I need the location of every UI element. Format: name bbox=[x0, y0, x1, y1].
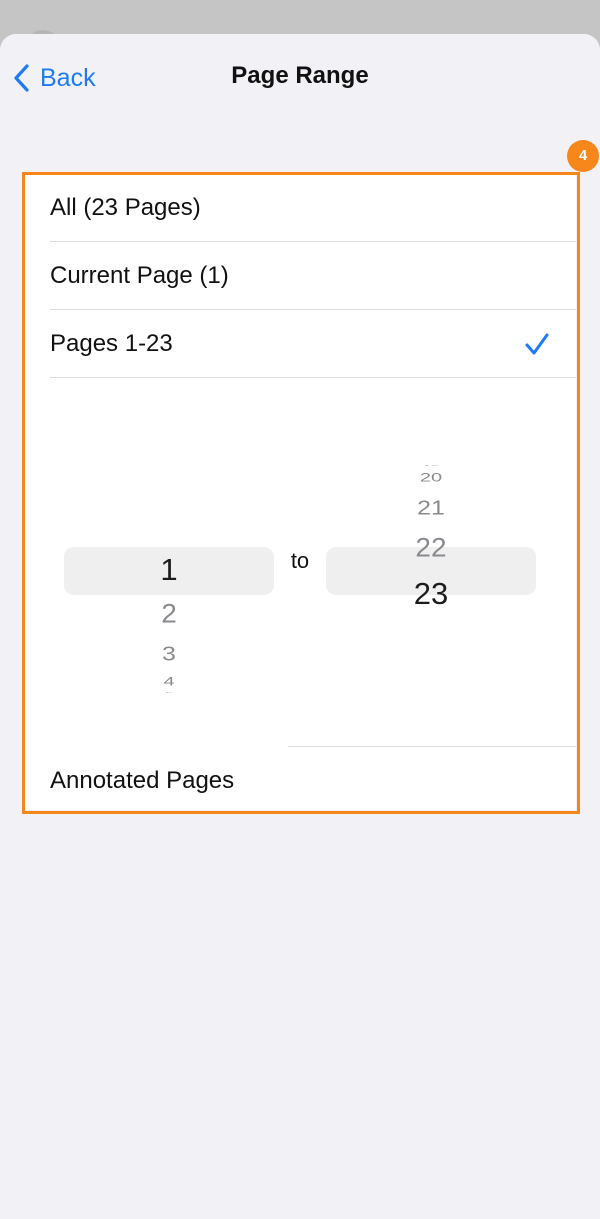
picker-value: 2 bbox=[161, 598, 177, 629]
page-range-sheet: Back Page Range All (23 Pages) Current P… bbox=[0, 34, 600, 1219]
option-label: All (23 Pages) bbox=[50, 194, 201, 221]
step-badge: 4 bbox=[567, 140, 599, 172]
picker-value-selected: 23 bbox=[413, 576, 449, 611]
option-label: Annotated Pages bbox=[50, 767, 235, 794]
picker-value: 4 bbox=[163, 675, 175, 689]
to-page-picker[interactable]: 19 20 21 22 23 bbox=[326, 404, 536, 734]
to-label: to bbox=[290, 548, 310, 573]
from-page-picker[interactable]: 1 2 3 4 5 bbox=[64, 404, 274, 734]
picker-value-selected: 1 bbox=[160, 552, 178, 587]
picker-value: 21 bbox=[417, 496, 445, 520]
option-label: Pages 1-23 bbox=[50, 330, 173, 357]
option-current-page[interactable]: Current Page (1) bbox=[24, 242, 576, 310]
picker-value: 5 bbox=[64, 691, 274, 693]
divider bbox=[50, 377, 576, 378]
option-annotated-pages[interactable]: Annotated Pages bbox=[24, 747, 576, 815]
option-label: Current Page (1) bbox=[50, 262, 229, 289]
picker-value: 22 bbox=[415, 532, 447, 563]
picker-value: 19 bbox=[326, 464, 536, 466]
picker-value: 3 bbox=[162, 642, 176, 666]
page-range-options-card: All (23 Pages) Current Page (1) Pages 1-… bbox=[24, 174, 576, 810]
checkmark-icon bbox=[524, 332, 550, 361]
picker-value: 20 bbox=[419, 471, 443, 485]
option-all-pages[interactable]: All (23 Pages) bbox=[24, 174, 576, 242]
option-page-range[interactable]: Pages 1-23 bbox=[24, 310, 576, 378]
navigation-bar: Back Page Range bbox=[0, 34, 600, 122]
page-title: Page Range bbox=[231, 62, 369, 89]
